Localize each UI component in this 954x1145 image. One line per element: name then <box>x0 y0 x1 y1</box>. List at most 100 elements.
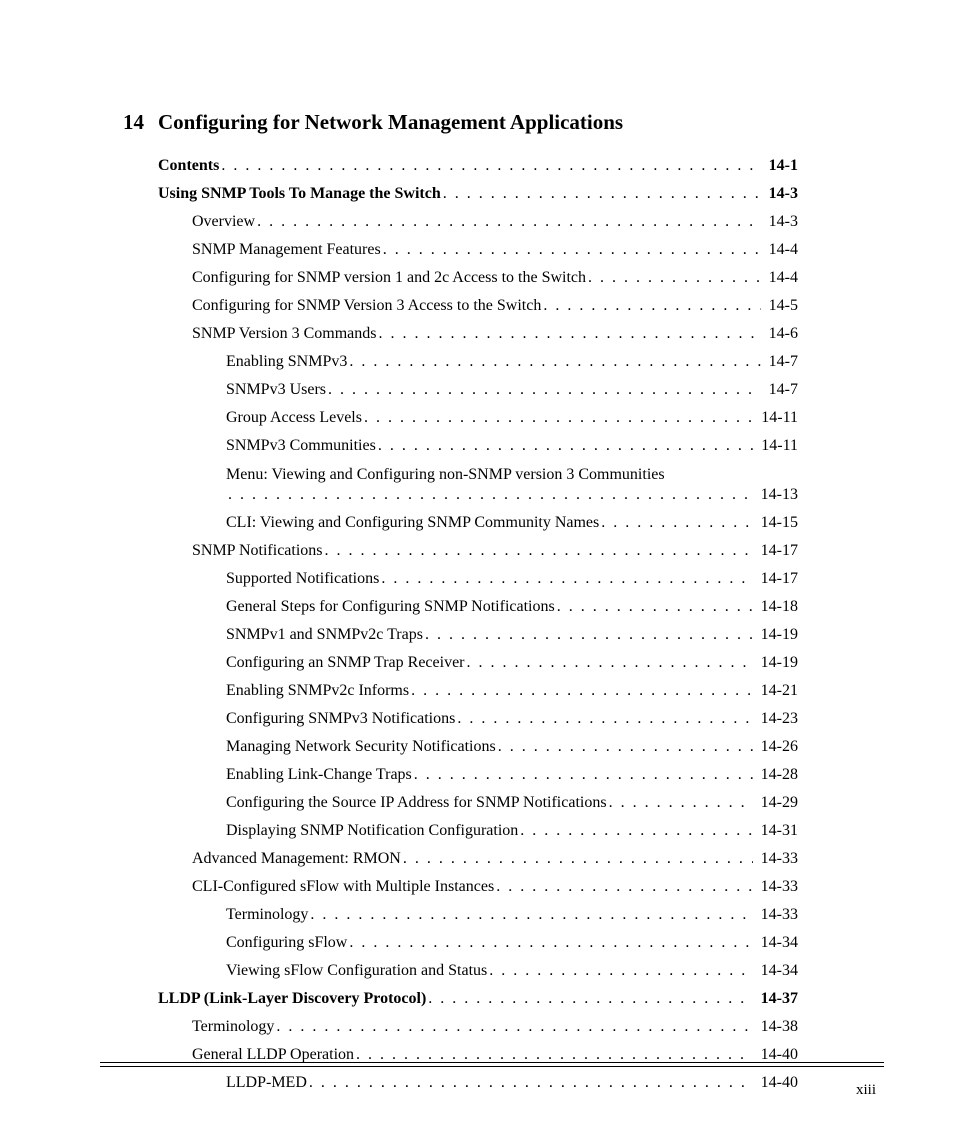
toc-entry: Configuring for SNMP Version 3 Access to… <box>158 297 798 315</box>
toc-entry-page: 14-7 <box>765 353 798 371</box>
toc-entry-label: LLDP-MED <box>226 1074 307 1092</box>
toc-entry-page: 14-34 <box>757 962 798 980</box>
toc-entry: Menu: Viewing and Configuring non-SNMP v… <box>158 465 798 504</box>
page: 14 Configuring for Network Management Ap… <box>0 0 954 1145</box>
toc-leader-dots <box>414 766 753 784</box>
toc-entry: Enabling Link-Change Traps14-28 <box>158 766 798 784</box>
toc-leader-dots <box>467 654 753 672</box>
toc-entry-label: Terminology <box>192 1018 274 1036</box>
toc-entry-label: Using SNMP Tools To Manage the Switch <box>158 185 441 203</box>
toc-entry-page: 14-19 <box>757 654 798 672</box>
toc-entry-label: Group Access Levels <box>226 409 362 427</box>
toc-entry: General Steps for Configuring SNMP Notif… <box>158 598 798 616</box>
toc-leader-dots <box>498 738 753 756</box>
toc-entry-label: Menu: Viewing and Configuring non-SNMP v… <box>226 465 798 486</box>
toc-entry-page: 14-31 <box>757 822 798 840</box>
toc-entry: Configuring an SNMP Trap Receiver 14-19 <box>158 654 798 672</box>
toc-entry-page: 14-7 <box>765 381 798 399</box>
toc-entry: Displaying SNMP Notification Configurati… <box>158 822 798 840</box>
toc-leader-dots <box>543 297 760 315</box>
toc-entry-page: 14-3 <box>765 185 798 203</box>
toc-entry-label: SNMP Version 3 Commands <box>192 325 376 343</box>
toc-entry-label: Configuring SNMPv3 Notifications <box>226 710 455 728</box>
toc-leader-dots <box>411 682 753 700</box>
toc-leader-dots <box>520 822 752 840</box>
toc-entry-page: 14-33 <box>757 878 798 896</box>
toc-leader-dots <box>601 514 752 532</box>
toc-entry-page: 14-29 <box>757 794 798 812</box>
toc-entry-page: 14-28 <box>757 766 798 784</box>
toc-leader-dots <box>309 1074 753 1092</box>
toc-entry-label: Managing Network Security Notifications <box>226 738 496 756</box>
toc-entry: Enabling SNMPv3 14-7 <box>158 353 798 371</box>
toc-entry-label: Terminology <box>226 906 308 924</box>
toc-entry-page: 14-1 <box>765 157 798 175</box>
table-of-contents: Contents 14-1 Using SNMP Tools To Manage t… <box>158 157 798 1092</box>
toc-entry-label: Displaying SNMP Notification Configurati… <box>226 822 518 840</box>
toc-entry: Contents 14-1 <box>158 157 798 175</box>
toc-entry: SNMP Notifications14-17 <box>158 542 798 560</box>
toc-entry-label: Enabling SNMPv3 <box>226 353 347 371</box>
toc-leader-dots <box>428 990 752 1008</box>
toc-entry-page: 14-4 <box>765 241 798 259</box>
toc-leader-dots <box>349 353 760 371</box>
toc-entry-label: Contents <box>158 157 219 175</box>
toc-entry-label: SNMPv3 Users <box>226 381 326 399</box>
toc-entry-label: Overview <box>192 213 255 231</box>
toc-entry-label: General Steps for Configuring SNMP Notif… <box>226 598 555 616</box>
page-number: xiii <box>856 1082 876 1099</box>
toc-entry-label: Configuring an SNMP Trap Receiver <box>226 654 465 672</box>
toc-entry-page: 14-4 <box>765 269 798 287</box>
toc-entry-label: Configuring for SNMP Version 3 Access to… <box>192 297 541 315</box>
chapter-number: 14 <box>100 110 144 135</box>
toc-leader-dots <box>381 570 752 588</box>
toc-leader-dots <box>443 185 761 203</box>
toc-entry-label: Configuring the Source IP Address for SN… <box>226 794 607 812</box>
toc-entry: CLI-Configured sFlow with Multiple Insta… <box>158 878 798 896</box>
toc-leader-dots <box>383 241 761 259</box>
toc-entry-page: 14-5 <box>765 297 798 315</box>
toc-entry: Group Access Levels14-11 <box>158 409 798 427</box>
toc-leader-dots <box>276 1018 752 1036</box>
toc-entry-page: 14-38 <box>757 1018 798 1036</box>
toc-entry-label: SNMP Management Features <box>192 241 381 259</box>
toc-entry: Terminology 14-38 <box>158 1018 798 1036</box>
toc-leader-dots <box>228 486 753 504</box>
toc-entry-page: 14-40 <box>757 1074 798 1092</box>
toc-entry-page: 14-19 <box>757 626 798 644</box>
toc-leader-dots <box>364 409 753 427</box>
toc-leader-dots <box>349 934 752 952</box>
toc-leader-dots <box>221 157 760 175</box>
toc-entry-page: 14-17 <box>757 570 798 588</box>
toc-entry-label: Configuring for SNMP version 1 and 2c Ac… <box>192 269 586 287</box>
toc-entry: Advanced Management: RMON14-33 <box>158 850 798 868</box>
toc-entry: Configuring the Source IP Address for SN… <box>158 794 798 812</box>
toc-entry-page: 14-18 <box>757 598 798 616</box>
toc-entry: SNMPv1 and SNMPv2c Traps14-19 <box>158 626 798 644</box>
toc-entry-label: SNMP Notifications <box>192 542 323 560</box>
toc-entry-page: 14-3 <box>765 213 798 231</box>
toc-entry: Managing Network Security Notifications 1… <box>158 738 798 756</box>
toc-leader-dots <box>257 213 761 231</box>
toc-leader-dots <box>325 542 753 560</box>
toc-entry: CLI: Viewing and Configuring SNMP Commun… <box>158 514 798 532</box>
toc-leader-dots <box>310 906 752 924</box>
chapter-heading: 14 Configuring for Network Management Ap… <box>100 110 884 135</box>
toc-entry: Overview 14-3 <box>158 213 798 231</box>
toc-entry-page: 14-23 <box>757 710 798 728</box>
toc-entry-label: Viewing sFlow Configuration and Status <box>226 962 487 980</box>
toc-leader-dots <box>496 878 752 896</box>
footer-rule <box>100 1062 884 1067</box>
toc-entry: Configuring for SNMP version 1 and 2c Ac… <box>158 269 798 287</box>
toc-entry: SNMP Version 3 Commands14-6 <box>158 325 798 343</box>
toc-entry: LLDP (Link-Layer Discovery Protocol)14-3… <box>158 990 798 1008</box>
toc-entry-label: Advanced Management: RMON <box>192 850 401 868</box>
toc-entry-page: 14-26 <box>757 738 798 756</box>
toc-leader-dots <box>457 710 752 728</box>
toc-entry-label: CLI-Configured sFlow with Multiple Insta… <box>192 878 494 896</box>
toc-entry: Viewing sFlow Configuration and Status 14… <box>158 962 798 980</box>
toc-entry: LLDP-MED 14-40 <box>158 1074 798 1092</box>
toc-entry-label: CLI: Viewing and Configuring SNMP Commun… <box>226 514 599 532</box>
toc-leader-dots <box>609 794 753 812</box>
toc-entry-label: Enabling SNMPv2c Informs <box>226 682 409 700</box>
